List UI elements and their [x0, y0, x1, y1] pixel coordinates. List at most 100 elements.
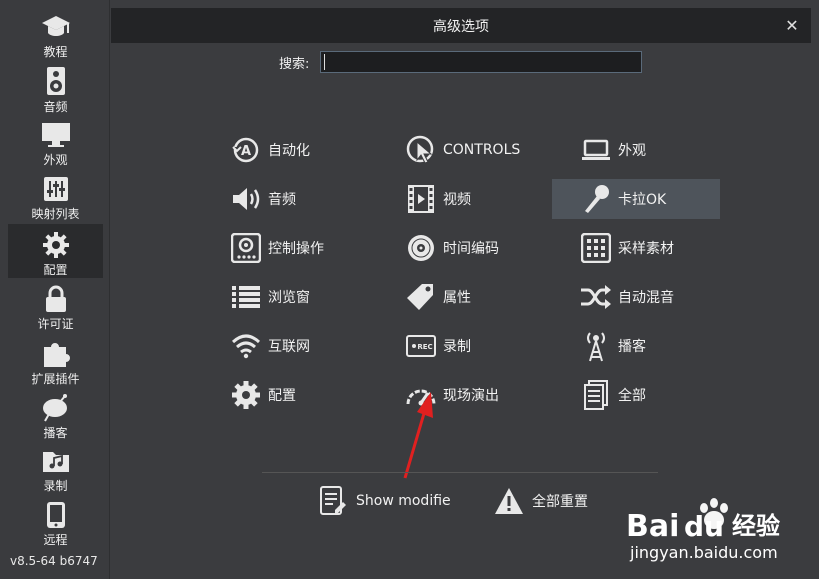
option-automix[interactable]: 自动混音 [552, 277, 720, 317]
svg-text:A: A [241, 144, 251, 159]
phone-icon [41, 500, 71, 529]
option-label: 视频 [443, 192, 471, 208]
svg-text:REC: REC [417, 343, 432, 351]
automation-icon: A [230, 134, 262, 166]
mixer-icon [230, 232, 262, 264]
option-config[interactable]: 配置 [202, 375, 370, 415]
sidebar-item-remote[interactable]: 远程 [8, 494, 103, 548]
dialog-title: 高级选项 [433, 18, 489, 35]
puzzle-icon [41, 338, 71, 368]
option-label: 录制 [443, 339, 471, 355]
option-video[interactable]: 视频 [377, 179, 545, 219]
reset-all-label: 全部重置 [532, 494, 588, 510]
cursor-click-icon [405, 134, 437, 166]
close-button[interactable]: ✕ [781, 14, 803, 36]
sampler-grid-icon [580, 232, 612, 264]
option-label: 音频 [268, 192, 296, 208]
sidebar: 教程 音频 外观 映射列表 配置 许可证 扩展插件 播客 录制 远程 v8.5-… [0, 0, 110, 579]
option-internet[interactable]: 互联网 [202, 326, 370, 366]
svg-text:du: du [684, 510, 724, 543]
option-label: 播客 [618, 339, 646, 355]
option-label: 采样素材 [618, 241, 674, 257]
sidebar-item-config[interactable]: 配置 [8, 224, 103, 278]
option-label: 卡拉OK [618, 192, 667, 208]
reset-all-button[interactable]: 全部重置 [494, 483, 588, 519]
option-appearance[interactable]: 外观 [552, 130, 720, 170]
option-automation[interactable]: A 自动化 [202, 130, 370, 170]
option-controls[interactable]: CONTROLS [377, 130, 545, 170]
sidebar-item-audio[interactable]: 音频 [8, 60, 103, 114]
option-label: 互联网 [268, 339, 310, 355]
search-input[interactable] [320, 51, 642, 73]
shuffle-icon [580, 281, 612, 313]
sidebar-item-label: 录制 [43, 479, 68, 493]
option-controllers[interactable]: 控制操作 [202, 228, 370, 268]
sidebar-item-label: 教程 [43, 45, 68, 59]
gear-icon [230, 379, 262, 411]
sidebar-item-appearance[interactable]: 外观 [8, 114, 103, 168]
rec-icon: REC [405, 330, 437, 362]
show-modified-label: Show modifie [356, 493, 451, 509]
version-label: v8.5-64 b6747 [10, 554, 98, 568]
option-broadcast[interactable]: 播客 [552, 326, 720, 366]
laptop-icon [580, 134, 612, 166]
baidu-jingyan-watermark: Bai du 经验 jingyan.baidu.com [626, 498, 780, 562]
sidebar-item-plugins[interactable]: 扩展插件 [8, 332, 103, 386]
option-label: 现场演出 [443, 388, 499, 404]
search-label: 搜索: [279, 57, 310, 72]
sidebar-item-label: 外观 [43, 153, 68, 167]
option-label: 外观 [618, 143, 646, 159]
option-label: 自动化 [268, 143, 310, 159]
music-folder-icon [41, 446, 71, 475]
close-icon: ✕ [785, 15, 799, 35]
svg-text:jingyan.baidu.com: jingyan.baidu.com [629, 543, 778, 562]
svg-text:经验: 经验 [732, 512, 780, 540]
sidebar-item-mapping[interactable]: 映射列表 [8, 168, 103, 222]
speaker-icon [230, 183, 262, 215]
list-icon [230, 281, 262, 313]
option-label: 控制操作 [268, 241, 324, 257]
sidebar-item-tutorial[interactable]: 教程 [8, 6, 103, 60]
microphone-icon [580, 183, 612, 215]
option-timecode[interactable]: 时间编码 [377, 228, 545, 268]
graduation-cap-icon [41, 12, 71, 41]
wifi-icon [230, 330, 262, 362]
footer-divider [262, 472, 658, 473]
text-cursor [324, 54, 325, 70]
option-label: 配置 [268, 388, 296, 404]
sidebar-item-label: 音频 [43, 100, 68, 114]
option-label: CONTROLS [443, 142, 521, 158]
option-browser[interactable]: 浏览窗 [202, 277, 370, 317]
option-record[interactable]: REC 录制 [377, 326, 545, 366]
film-icon [405, 183, 437, 215]
warning-icon [494, 486, 524, 516]
sidebar-item-label: 映射列表 [31, 207, 80, 221]
sidebar-item-label: 远程 [43, 533, 68, 547]
sidebar-item-podcast[interactable]: 播客 [8, 386, 103, 440]
option-label: 属性 [443, 290, 471, 306]
sidebar-item-label: 扩展插件 [31, 372, 80, 386]
option-tags[interactable]: 属性 [377, 277, 545, 317]
option-audio[interactable]: 音频 [202, 179, 370, 219]
vinyl-icon [405, 232, 437, 264]
option-label: 浏览窗 [268, 290, 310, 306]
svg-text:Bai: Bai [626, 509, 679, 544]
show-modified-button[interactable]: Show modifie [318, 483, 451, 519]
annotation-arrow [403, 392, 433, 479]
satellite-dish-icon [41, 392, 71, 422]
sidebar-item-record[interactable]: 录制 [8, 440, 103, 494]
option-sampler[interactable]: 采样素材 [552, 228, 720, 268]
option-karaoke[interactable]: 卡拉OK [552, 179, 720, 219]
document-edit-icon [318, 486, 348, 516]
option-label: 时间编码 [443, 241, 499, 257]
dialog-titlebar: 高级选项 ✕ [111, 8, 811, 43]
sliders-icon [41, 174, 71, 203]
gear-icon [41, 230, 71, 259]
option-all[interactable]: 全部 [552, 375, 720, 415]
option-label: 全部 [618, 388, 646, 404]
sidebar-item-label: 配置 [43, 263, 68, 277]
sidebar-item-license[interactable]: 许可证 [8, 278, 103, 332]
monitor-icon [41, 120, 71, 149]
lock-icon [41, 284, 71, 313]
speaker-icon [41, 66, 71, 96]
